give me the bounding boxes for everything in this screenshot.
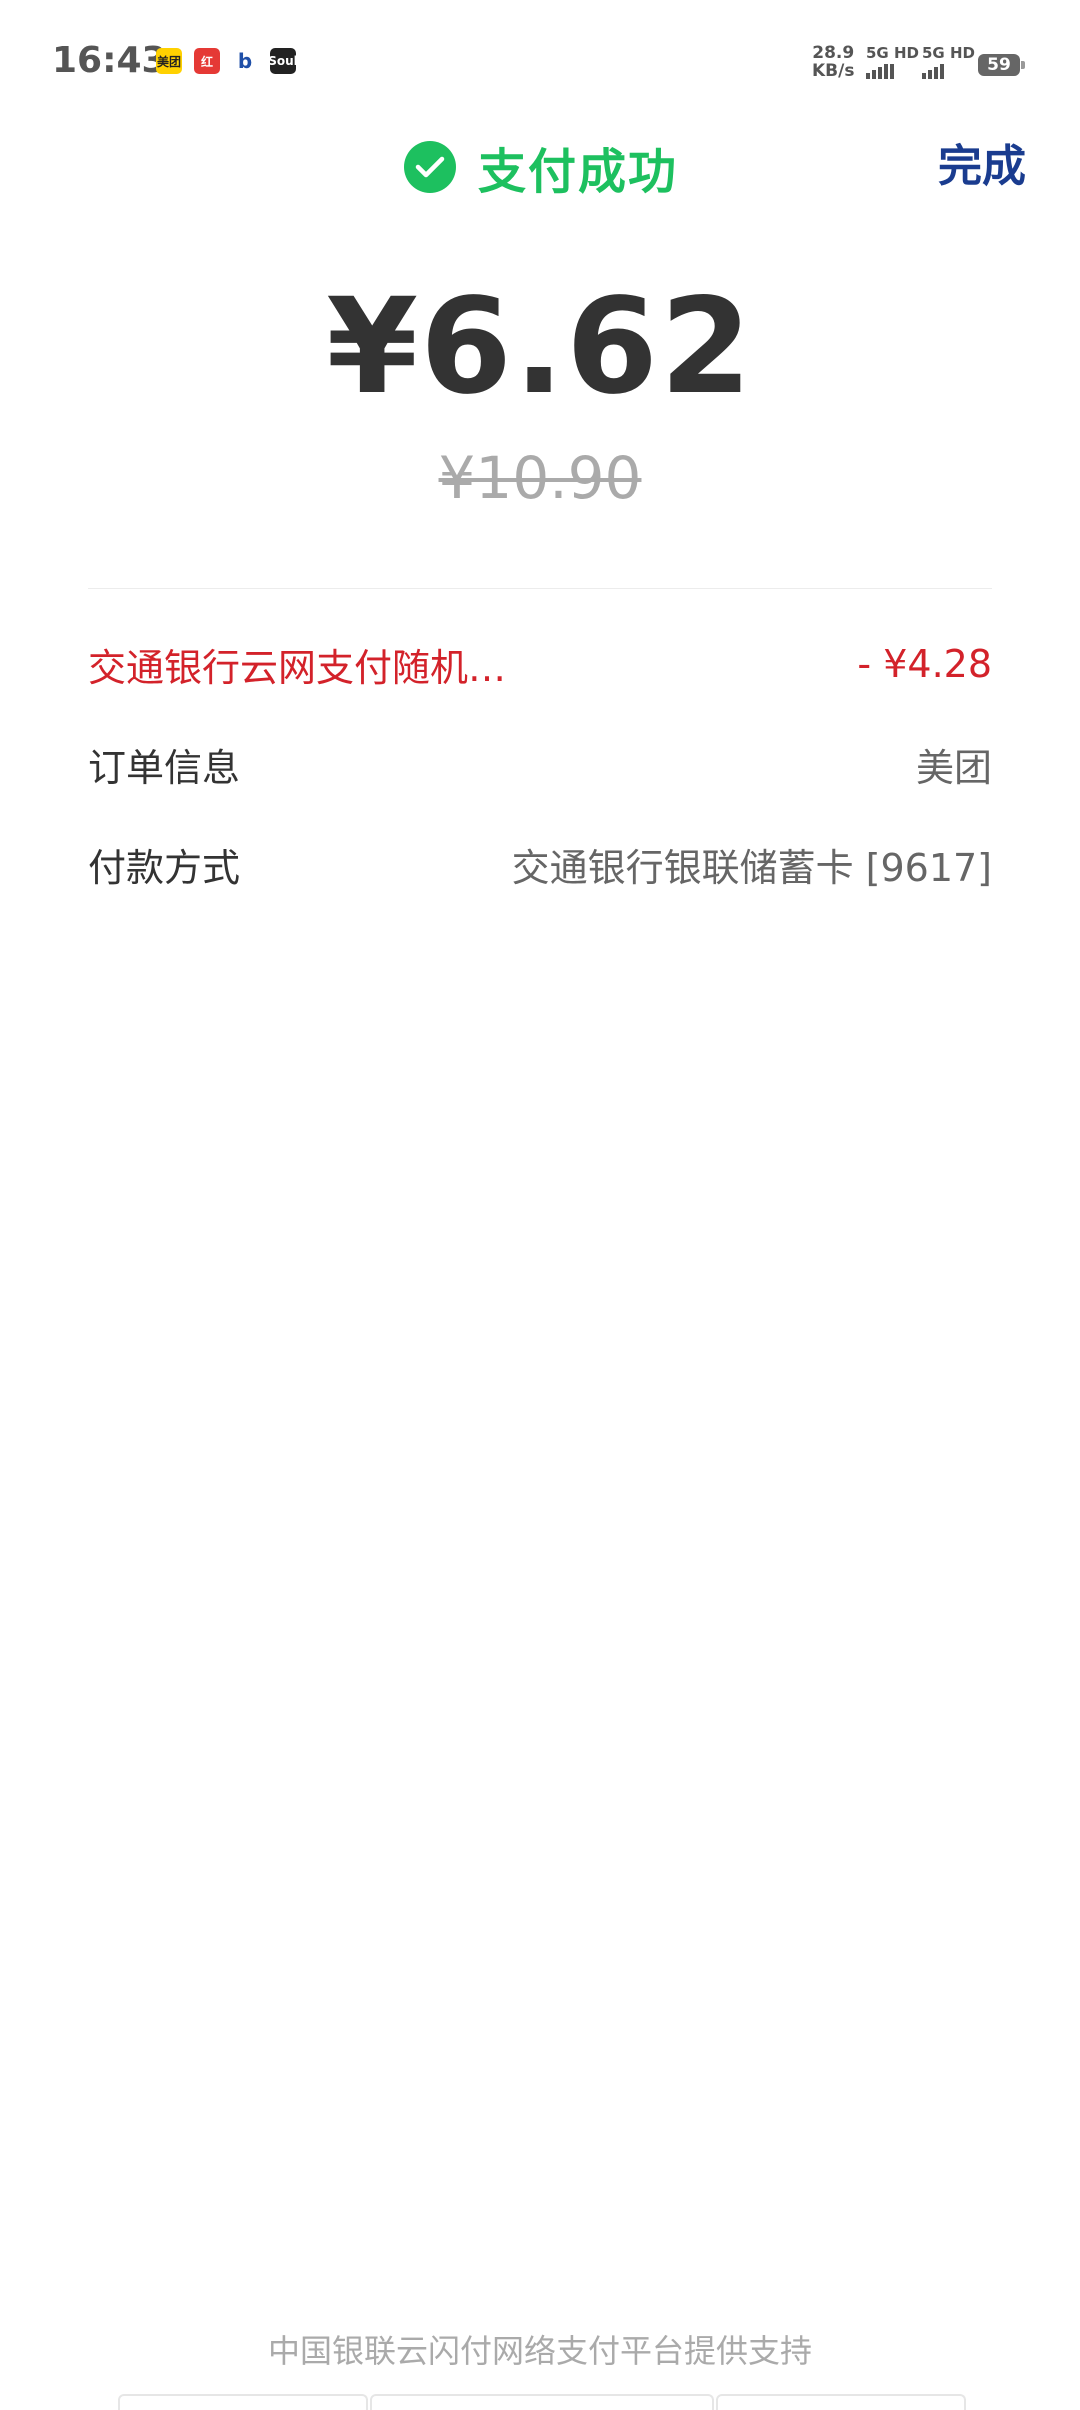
order-info-value: 美团	[915, 745, 992, 790]
notification-icons: 美团 红 b Soul	[156, 48, 298, 74]
divider	[88, 588, 992, 589]
discount-value: - ¥4.28	[857, 642, 992, 686]
chat-app-icon: 红	[194, 48, 220, 74]
meituan-app-icon: 美团	[156, 48, 182, 74]
network-speed-unit: KB/s	[812, 61, 855, 81]
discount-row: 交通银行云网支付随机… - ¥4.28	[88, 634, 992, 694]
signal-bars-icon	[922, 64, 975, 79]
sim1-signal: 5G HD	[866, 44, 919, 79]
sim1-label: 5G HD	[866, 44, 919, 62]
paid-amount: ¥6.62	[326, 270, 754, 424]
page-title: 支付成功	[478, 144, 679, 200]
soul-app-icon: Soul	[268, 48, 298, 74]
payment-method-row: 付款方式 交通银行银联储蓄卡 [9617]	[88, 834, 992, 894]
original-amount: ¥10.90	[438, 444, 642, 512]
done-button[interactable]: 完成	[938, 130, 1026, 194]
success-heading: 支付成功	[404, 132, 678, 202]
sim2-label: 5G HD	[922, 44, 975, 62]
status-bar: 16:43 美团 红 b Soul 28.9 KB/s 5G HD 5G HD …	[0, 0, 1080, 120]
payment-method-label: 付款方式	[88, 845, 241, 890]
sim2-signal: 5G HD	[922, 44, 975, 79]
signal-bars-icon	[866, 64, 919, 79]
network-speed-value: 28.9	[812, 43, 855, 63]
footer-text: 中国银联云闪付网络支付平台提供支持	[267, 2332, 812, 2370]
payment-method-value: 交通银行银联储蓄卡 [9617]	[511, 845, 992, 890]
status-time: 16:43	[52, 40, 167, 81]
bank-app-icon: b	[232, 48, 258, 74]
discount-label: 交通银行云网支付随机…	[88, 645, 507, 690]
order-info-label: 订单信息	[88, 745, 241, 790]
order-info-row: 订单信息 美团	[88, 734, 992, 794]
check-circle-icon	[404, 141, 456, 193]
battery-icon: 59	[978, 54, 1025, 76]
header: 支付成功 完成	[0, 120, 1080, 210]
network-speed: 28.9 KB/s	[812, 44, 854, 80]
